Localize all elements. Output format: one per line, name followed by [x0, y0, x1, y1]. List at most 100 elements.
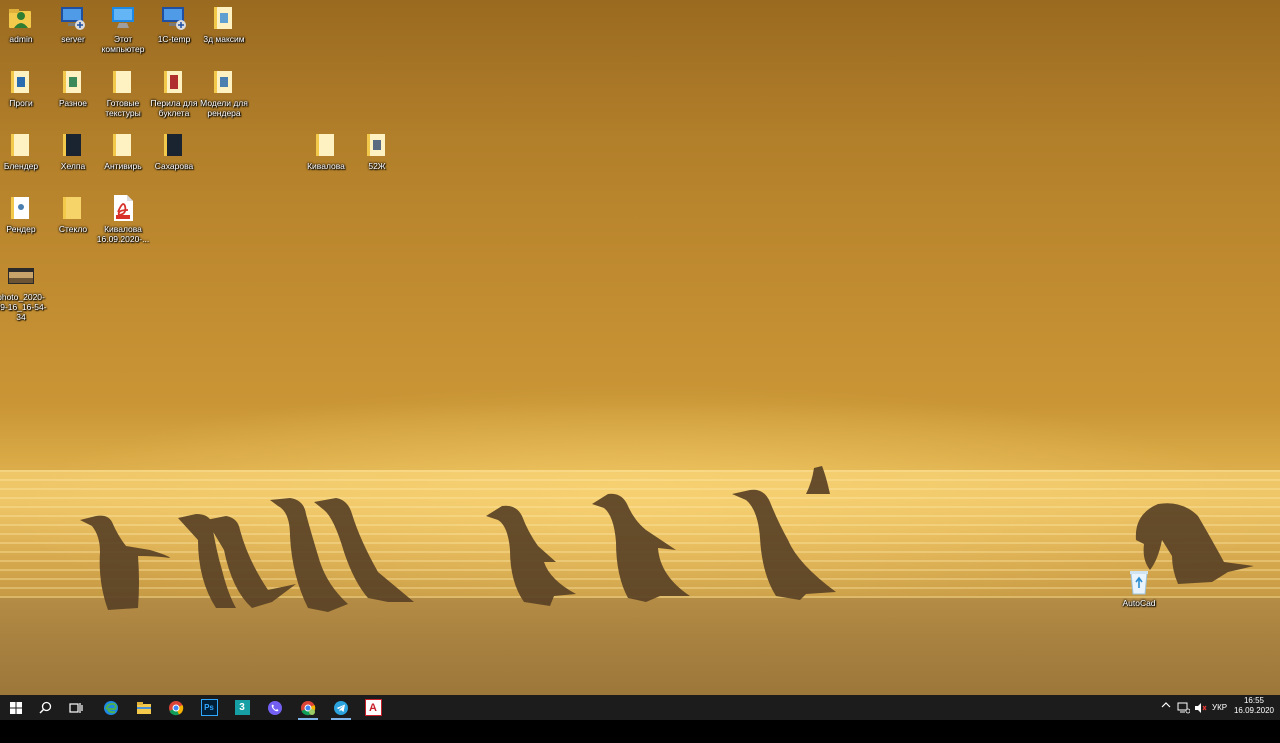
chrome-icon	[169, 700, 184, 715]
icon-label: Этот компьютер	[101, 34, 145, 54]
desktop-icon-autocad[interactable]: AutoCad	[1111, 568, 1167, 608]
folder-icon	[160, 68, 188, 96]
language-indicator[interactable]: УКР	[1212, 703, 1227, 712]
taskbar-chrome-profile[interactable]	[292, 695, 324, 720]
taskbar-viber[interactable]	[259, 695, 291, 720]
taskbar: Ps 3 A УКР 16:55 16.09.2020	[0, 695, 1280, 720]
taskbar-edge[interactable]	[95, 695, 127, 720]
taskbar-chrome[interactable]	[160, 695, 192, 720]
chevron-up-icon	[1161, 702, 1171, 708]
file-explorer-icon	[137, 701, 151, 714]
search-icon	[39, 701, 51, 714]
taskbar-3ds-max[interactable]: 3	[226, 695, 258, 720]
desktop-icon-antivir[interactable]: Антивирь	[95, 131, 151, 171]
desktop-icon-1c-temp[interactable]: 1C-temp	[146, 4, 202, 44]
desktop-icon-blender[interactable]: Блендер	[0, 131, 49, 171]
desktop-icon-sakharova[interactable]: Сахарова	[146, 131, 202, 171]
network-computer-icon	[160, 4, 188, 32]
desktop-icon-3d-maksim[interactable]: 3д максим	[196, 4, 252, 44]
icon-label: admin	[9, 34, 33, 44]
taskbar-telegram[interactable]	[325, 695, 357, 720]
icon-label: Модели для рендера	[200, 98, 248, 118]
desktop-icon-steklo[interactable]: Стекло	[45, 194, 101, 234]
desktop-icon-52zh[interactable]: 52Ж	[349, 131, 405, 171]
pdf-file-icon	[109, 194, 137, 222]
icon-label: 3д максим	[203, 34, 245, 44]
distant-penguin-silhouette	[806, 466, 830, 494]
user-folder-icon	[7, 4, 35, 32]
volume-tray-button[interactable]	[1194, 701, 1207, 719]
desktop-icon-perila-dlya-bukleta[interactable]: Перила для буклета	[146, 68, 202, 118]
icon-label: Стекло	[58, 224, 88, 234]
folder-icon	[312, 131, 340, 159]
penguin-silhouette	[732, 489, 836, 600]
folder-icon	[109, 131, 137, 159]
network-computer-icon	[59, 4, 87, 32]
penguin-silhouette	[592, 493, 690, 602]
desktop-icon-server[interactable]: server	[45, 4, 101, 44]
photoshop-icon: Ps	[200, 699, 218, 716]
desktop-icon-photo[interactable]: photo_2020-09-16_16-54-34	[0, 262, 49, 322]
folder-icon	[363, 131, 391, 159]
show-hidden-icons-button[interactable]	[1161, 701, 1171, 711]
folder-icon	[59, 194, 87, 222]
autocad-icon: A	[364, 699, 382, 716]
icon-label: Проги	[9, 98, 33, 108]
search-button[interactable]	[29, 695, 61, 720]
icon-label: Блендер	[3, 161, 39, 171]
desktop-icon-admin[interactable]: admin	[0, 4, 49, 44]
icon-label: Антивирь	[104, 161, 142, 171]
bottom-black-bar	[0, 720, 1280, 743]
taskbar-photoshop[interactable]: Ps	[193, 695, 225, 720]
desktop-icon-this-pc[interactable]: Этот компьютер	[95, 4, 151, 54]
viber-icon	[268, 700, 282, 715]
penguin-silhouette	[80, 515, 170, 610]
folder-icon	[160, 131, 188, 159]
network-tray-button[interactable]	[1177, 701, 1191, 719]
desktop-icon-khelpa[interactable]: Хелпа	[45, 131, 101, 171]
icon-label: Готовые текстуры	[105, 98, 141, 118]
folder-icon	[210, 68, 238, 96]
desktop-icon-render[interactable]: Рендер	[0, 194, 49, 234]
icon-label: 1C-temp	[157, 34, 191, 44]
icon-label: Хелпа	[60, 161, 86, 171]
this-pc-icon	[109, 4, 137, 32]
taskbar-autocad[interactable]: A	[357, 695, 389, 720]
task-view-button[interactable]	[60, 695, 92, 720]
icon-label: AutoCad	[1122, 598, 1156, 608]
icon-label: Рендер	[6, 224, 36, 234]
taskbar-file-explorer[interactable]	[128, 695, 160, 720]
desktop-icon-kivalova[interactable]: Кивалова	[298, 131, 354, 171]
clock[interactable]: 16:55 16.09.2020	[1233, 696, 1275, 716]
windows-start-icon	[10, 701, 22, 714]
desktop-icon-kivalova-pdf[interactable]: Кивалова 16.09.2020-...	[95, 194, 151, 244]
telegram-icon	[334, 700, 348, 715]
image-file-icon	[7, 262, 35, 290]
clock-time: 16:55	[1243, 696, 1265, 705]
desktop-icon-modeli-dlya-rendera[interactable]: Модели для рендера	[196, 68, 252, 118]
icon-label: Кивалова 16.09.2020-...	[96, 224, 150, 244]
wallpaper-sand	[0, 598, 1280, 695]
start-button[interactable]	[0, 695, 32, 720]
penguin-silhouette	[486, 505, 576, 606]
folder-icon	[210, 4, 238, 32]
icon-label: Сахарова	[154, 161, 194, 171]
icon-label: server	[61, 34, 85, 44]
penguin-silhouette	[270, 498, 414, 612]
network-icon	[1177, 702, 1191, 714]
desktop-icon-raznoe[interactable]: Разное	[45, 68, 101, 108]
desktop-icon-progi[interactable]: Проги	[0, 68, 49, 108]
folder-icon	[7, 194, 35, 222]
folder-icon	[7, 68, 35, 96]
icon-label: Перила для буклета	[150, 98, 198, 118]
task-view-icon	[69, 702, 83, 713]
folder-icon	[109, 68, 137, 96]
chrome-icon	[301, 700, 316, 715]
clock-date: 16.09.2020	[1233, 706, 1275, 715]
icon-label: photo_2020-09-16_16-54-34	[0, 292, 47, 322]
recycle-bin-icon	[1125, 568, 1153, 596]
icon-label: 52Ж	[368, 161, 386, 171]
icon-label: Кивалова	[307, 161, 345, 171]
desktop-icon-gotovye-tekstury[interactable]: Готовые текстуры	[95, 68, 151, 118]
folder-icon	[59, 131, 87, 159]
